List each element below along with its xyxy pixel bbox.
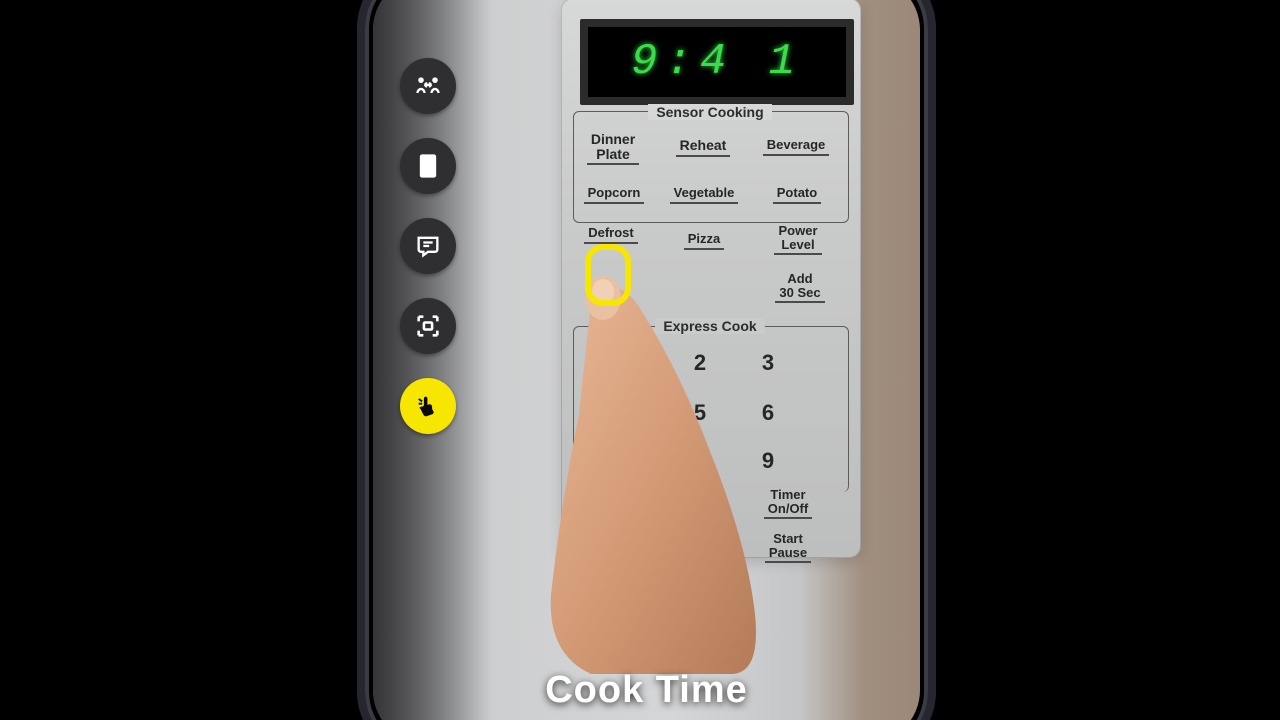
key-5: 5 xyxy=(683,400,717,426)
key-3: 3 xyxy=(751,350,785,376)
key-8: 8 xyxy=(683,448,717,474)
microwave-lcd-time: 9:4 1 xyxy=(588,27,846,97)
sensor-cooking-group xyxy=(573,111,849,223)
btn-pizza: Pizza xyxy=(679,232,729,250)
key-2: 2 xyxy=(683,350,717,376)
door-detect-icon[interactable] xyxy=(400,138,456,194)
point-and-speak-icon[interactable] xyxy=(400,378,456,434)
btn-beverage: Beverage xyxy=(761,138,831,156)
key-9: 9 xyxy=(751,448,785,474)
sensor-cooking-legend: Sensor Cooking xyxy=(573,104,847,120)
btn-add-30-sec: Add30 Sec xyxy=(767,272,833,303)
microwave-panel-scene: 9:4 1 Sensor Cooking DinnerPlate Reheat … xyxy=(373,0,920,720)
stage: 9:4 1 Sensor Cooking DinnerPlate Reheat … xyxy=(0,0,1280,720)
btn-potato: Potato xyxy=(769,186,825,204)
camera-view: 9:4 1 Sensor Cooking DinnerPlate Reheat … xyxy=(373,0,920,720)
btn-timer: TimerOn/Off xyxy=(755,488,821,519)
btn-dinner-plate: DinnerPlate xyxy=(583,132,643,165)
key-0: 0 xyxy=(683,494,717,520)
people-distance-icon[interactable] xyxy=(400,58,456,114)
btn-power-level: PowerLevel xyxy=(765,224,831,255)
microwave-lcd: 9:4 1 xyxy=(580,19,854,105)
btn-reheat: Reheat xyxy=(673,138,733,157)
express-cook-legend: Express Cook xyxy=(573,318,847,334)
phone-frame: 9:4 1 Sensor Cooking DinnerPlate Reheat … xyxy=(357,0,936,720)
key-6: 6 xyxy=(751,400,785,426)
spoken-caption: Cook Time xyxy=(373,669,920,712)
btn-popcorn: Popcorn xyxy=(581,186,647,204)
mode-icon-column xyxy=(400,58,456,434)
btn-defrost: Defrost xyxy=(581,226,641,244)
detection-highlight xyxy=(585,244,631,306)
text-detect-icon[interactable] xyxy=(400,218,456,274)
btn-start-pause: StartPause xyxy=(755,532,821,563)
btn-vegetable: Vegetable xyxy=(669,186,739,204)
image-describe-icon[interactable] xyxy=(400,298,456,354)
